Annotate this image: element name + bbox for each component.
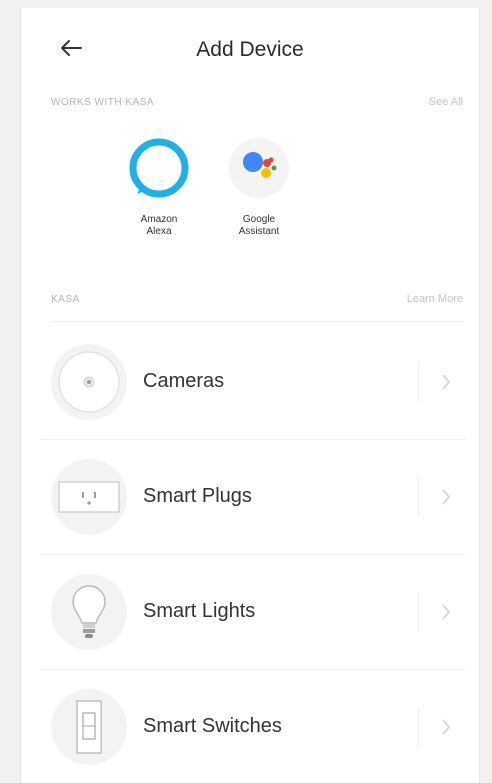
partner-name: Amazon Alexa <box>140 214 178 237</box>
kasa-header: KASA Learn More <box>51 289 463 309</box>
section-label-kasa: KASA <box>51 293 80 305</box>
section-divider <box>51 321 463 322</box>
google-assistant-icon <box>227 136 291 200</box>
row-separator <box>418 361 419 402</box>
list-item-smart-switches[interactable]: Smart Switches <box>41 669 465 783</box>
works-with-header: WORKS WITH KASA See All <box>51 92 463 112</box>
page-title: Add Device <box>196 38 304 61</box>
list-item-label: Smart Lights <box>143 600 256 622</box>
app-screen: Add Device WORKS WITH KASA See All Amazo… <box>20 8 480 783</box>
switch-icon <box>51 688 127 765</box>
plug-icon <box>51 458 127 535</box>
chevron-right-icon <box>441 487 455 507</box>
partner-google-assistant[interactable]: Google Assistant <box>221 136 297 238</box>
list-item-cameras[interactable]: Cameras <box>41 324 465 439</box>
partner-alexa[interactable]: Amazon Alexa <box>121 136 197 238</box>
chevron-right-icon <box>441 717 455 737</box>
row-separator <box>418 591 419 632</box>
list-item-label: Cameras <box>143 370 225 392</box>
list-item-label: Smart Switches <box>143 715 282 737</box>
list-item-smart-lights[interactable]: Smart Lights <box>41 554 465 669</box>
camera-icon <box>51 343 127 420</box>
row-separator <box>418 706 419 747</box>
learn-more-link[interactable]: Learn More <box>407 293 463 305</box>
partner-name: Google Assistant <box>238 214 280 237</box>
chevron-right-icon <box>441 602 455 622</box>
device-category-list: Cameras Smart Plugs Smart Lights Smart S… <box>41 324 465 783</box>
row-separator <box>418 476 419 517</box>
header: Add Device <box>21 8 479 84</box>
list-item-label: Smart Plugs <box>143 485 252 507</box>
partner-list: Amazon Alexa Google Assistant <box>121 136 297 238</box>
chevron-right-icon <box>441 372 455 392</box>
see-all-link[interactable]: See All <box>429 96 463 108</box>
bulb-icon <box>51 573 127 650</box>
section-label-works-with: WORKS WITH KASA <box>51 96 155 108</box>
list-item-smart-plugs[interactable]: Smart Plugs <box>41 439 465 554</box>
alexa-ring-icon <box>127 136 191 200</box>
